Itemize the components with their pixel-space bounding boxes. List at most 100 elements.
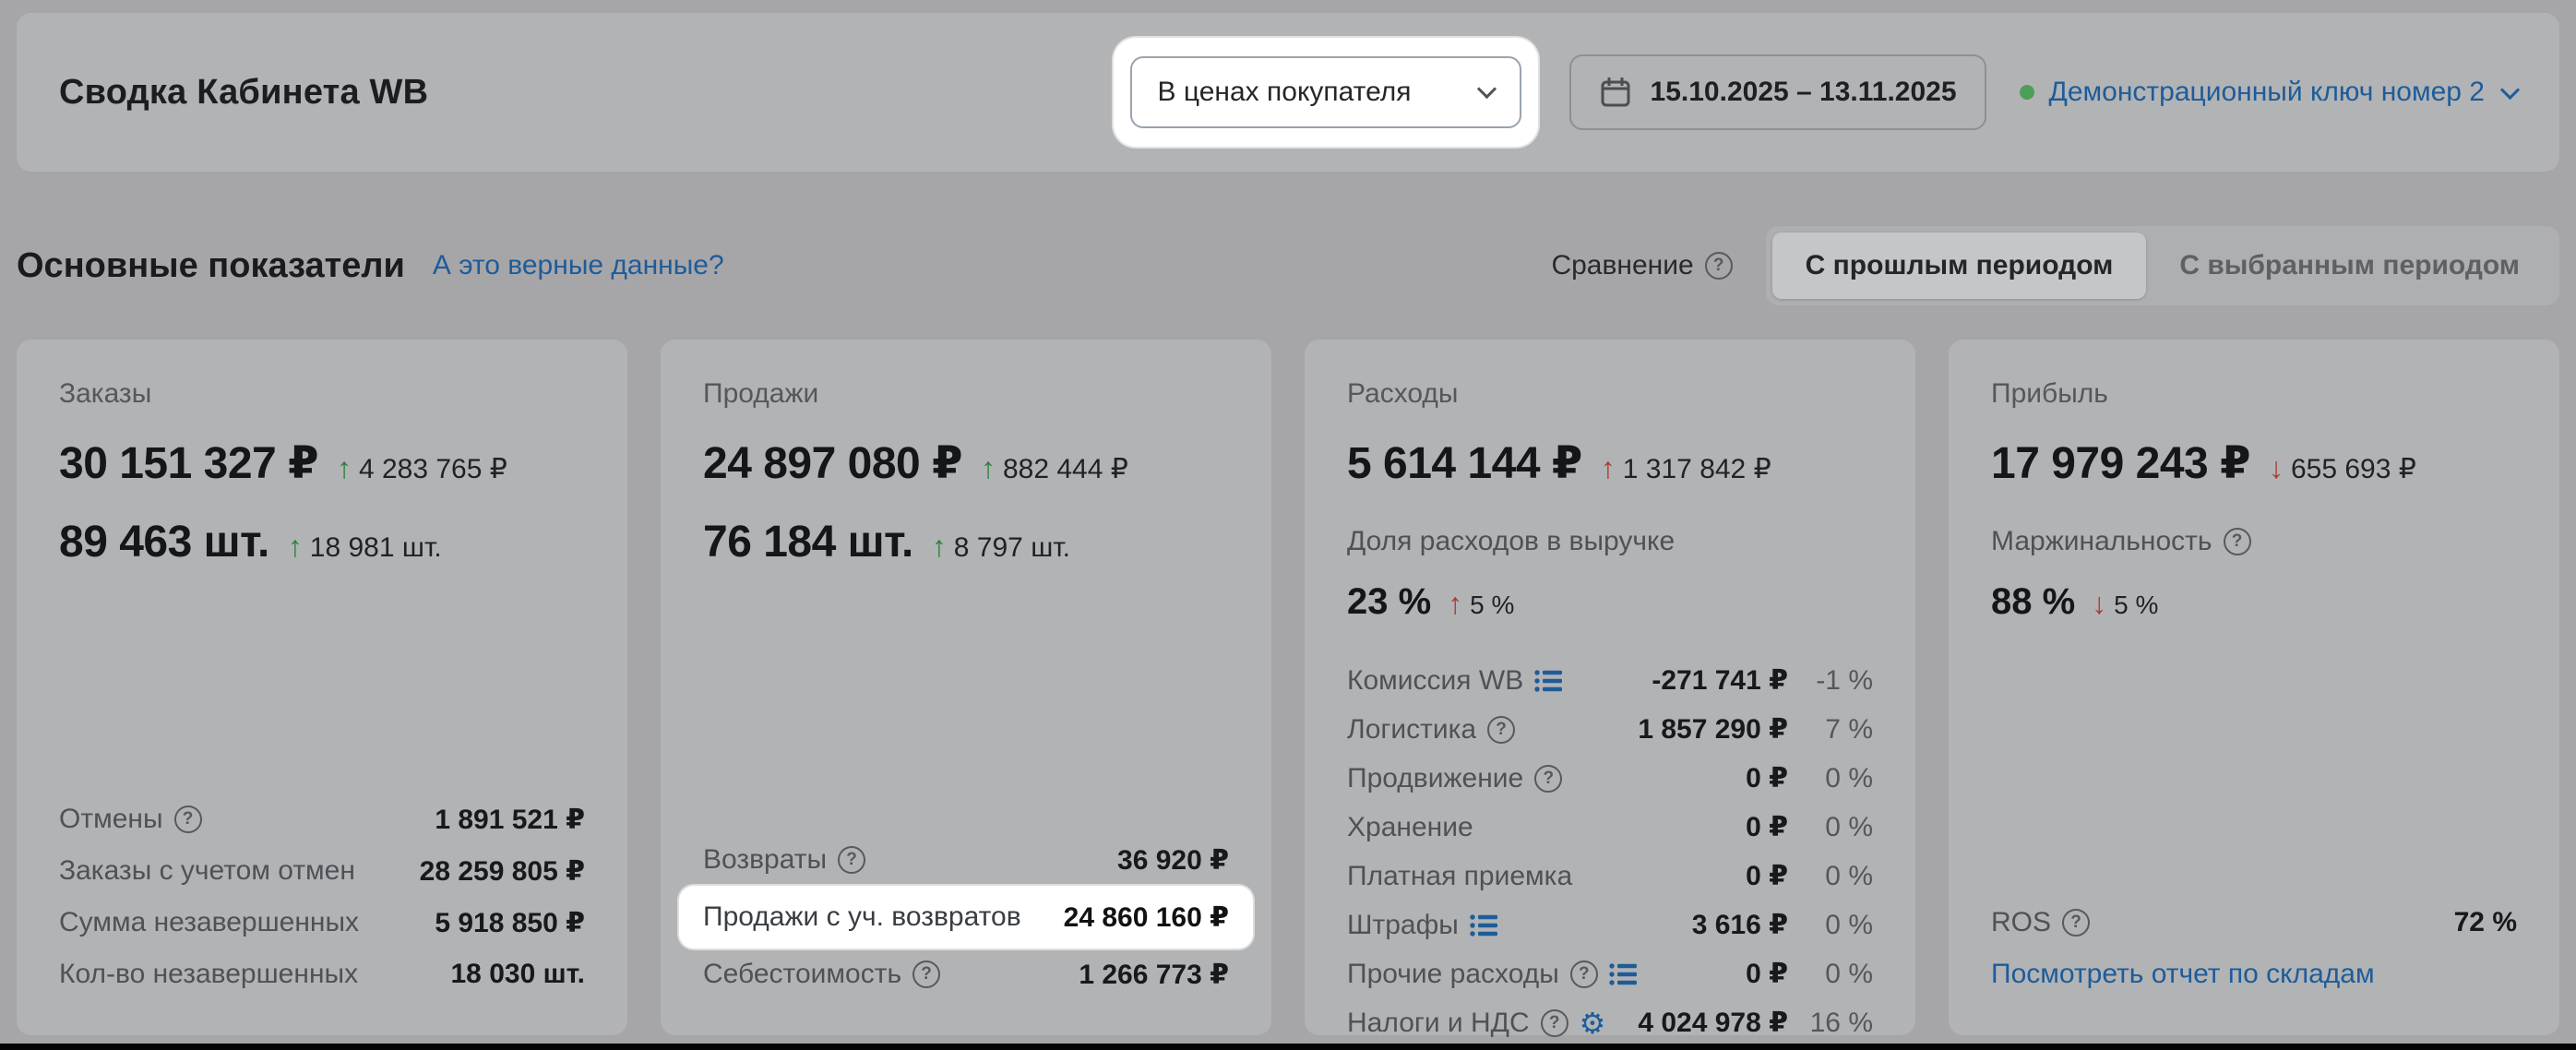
gear-icon[interactable]	[1580, 1008, 1606, 1038]
expenses-amount-delta: 1 317 842 ₽	[1601, 451, 1771, 485]
help-icon[interactable]	[2224, 528, 2251, 555]
warehouse-report-link[interactable]: Посмотреть отчет по складам	[1991, 959, 2375, 990]
price-mode-select[interactable]: В ценах покупателя	[1130, 56, 1521, 128]
list-item: Заказы с учетом отмен 28 259 805 ₽	[59, 845, 585, 897]
orders-detail-list: Отмены 1 891 521 ₽ Заказы с учетом отмен…	[59, 793, 585, 1000]
online-status-dot	[2020, 85, 2034, 100]
card-title: Прибыль	[1991, 378, 2517, 410]
ros-row: ROS 72 %	[1991, 897, 2517, 949]
chevron-down-icon	[2500, 79, 2520, 99]
list-item: Отмены 1 891 521 ₽	[59, 793, 585, 845]
list-item: Продвижение 0 ₽ 0 %	[1347, 754, 1873, 803]
orders-amount-delta: 4 283 765 ₽	[337, 451, 507, 485]
expenses-card: Расходы 5 614 144 ₽ 1 317 842 ₽ Доля рас…	[1305, 340, 1915, 1035]
sales-card: Продажи 24 897 080 ₽ 882 444 ₽ 76 184 шт…	[661, 340, 1271, 1035]
comparison-toggle: С прошлым периодом С выбранным периодом	[1766, 226, 2559, 305]
sales-amount-delta: 882 444 ₽	[981, 451, 1128, 485]
list-item: Прочие расходы 0 ₽ 0 %	[1347, 949, 1873, 998]
expenses-share-label: Доля расходов в выручке	[1347, 526, 1873, 557]
margin-label: Маржинальность	[1991, 526, 2517, 557]
calendar-icon	[1599, 76, 1632, 109]
expenses-amount: 5 614 144 ₽	[1347, 437, 1582, 489]
help-icon[interactable]	[1534, 765, 1562, 793]
list-item: Налоги и НДС 4 024 978 ₽ 16 %	[1347, 998, 1873, 1047]
profit-detail-list: ROS 72 % Посмотреть отчет по складам	[1991, 897, 2517, 1000]
details-list-icon[interactable]	[1470, 913, 1497, 937]
list-item: Кол-во незавершенных 18 030 шт.	[59, 949, 585, 1000]
comparison-label: Сравнение	[1551, 250, 1693, 281]
details-list-icon[interactable]	[1534, 669, 1562, 693]
help-icon[interactable]	[912, 961, 940, 988]
help-icon[interactable]	[1541, 1009, 1568, 1037]
up-arrow-icon	[981, 451, 996, 485]
expenses-share-row: 23 % 5 %	[1347, 581, 1873, 623]
help-icon[interactable]	[1705, 252, 1733, 280]
account-key-label: Демонстрационный ключ номер 2	[2049, 77, 2485, 108]
up-arrow-icon	[288, 530, 303, 564]
down-arrow-icon	[2269, 451, 2284, 485]
window-bottom-edge	[0, 1044, 2576, 1050]
compare-custom-period-button[interactable]: С выбранным периодом	[2146, 233, 2553, 299]
section-title: Основные показатели	[17, 246, 405, 286]
up-arrow-icon	[1601, 451, 1616, 485]
up-arrow-icon	[337, 451, 352, 485]
list-item: Логистика 1 857 290 ₽ 7 %	[1347, 705, 1873, 754]
sales-amount-row: 24 897 080 ₽ 882 444 ₽	[703, 437, 1229, 489]
sales-qty-delta: 8 797 шт.	[932, 530, 1070, 564]
orders-qty-delta: 18 981 шт.	[288, 530, 442, 564]
card-title: Продажи	[703, 378, 1229, 410]
card-title: Заказы	[59, 378, 585, 410]
date-range-value: 15.10.2025 – 13.11.2025	[1651, 77, 1957, 108]
expenses-share-delta: 5 %	[1448, 587, 1514, 621]
up-arrow-icon	[932, 530, 947, 564]
section-row: Основные показатели А это верные данные?…	[17, 227, 2559, 304]
list-item: Платная приемка 0 ₽ 0 %	[1347, 852, 1873, 901]
up-arrow-icon	[1448, 587, 1462, 621]
price-mode-value: В ценах покупателя	[1158, 77, 1412, 108]
profit-amount-row: 17 979 243 ₽ 655 693 ₽	[1991, 437, 2517, 489]
sales-amount: 24 897 080 ₽	[703, 437, 962, 489]
compare-prev-period-button[interactable]: С прошлым периодом	[1772, 233, 2147, 299]
warehouse-report-row: Посмотреть отчет по складам	[1991, 949, 2517, 1000]
orders-amount: 30 151 327 ₽	[59, 437, 318, 489]
help-icon[interactable]	[1570, 961, 1598, 988]
list-item: Штрафы 3 616 ₽ 0 %	[1347, 901, 1873, 949]
expenses-breakdown-list: Комиссия WB -271 741 ₽ -1 % Логистика 1 …	[1347, 656, 1873, 1047]
data-check-link[interactable]: А это верные данные?	[433, 250, 724, 281]
expenses-amount-row: 5 614 144 ₽ 1 317 842 ₽	[1347, 437, 1873, 489]
orders-qty-row: 89 463 шт. 18 981 шт.	[59, 517, 585, 567]
margin-delta: 5 %	[2092, 587, 2158, 621]
comparison-controls: Сравнение С прошлым периодом С выбранным…	[1551, 226, 2559, 305]
chevron-down-icon	[1476, 78, 1496, 98]
list-item: Сумма незавершенных 5 918 850 ₽	[59, 897, 585, 949]
orders-card: Заказы 30 151 327 ₽ 4 283 765 ₽ 89 463 ш…	[17, 340, 627, 1035]
down-arrow-icon	[2092, 587, 2106, 621]
profit-amount-delta: 655 693 ₽	[2269, 451, 2416, 485]
sales-detail-list: Возвраты 36 920 ₽ Продажи с уч. возврато…	[703, 834, 1229, 1000]
help-icon[interactable]	[1487, 716, 1515, 744]
page-title: Сводка Кабинета WB	[59, 73, 428, 113]
margin-value: 88 %	[1991, 581, 2075, 623]
sales-qty: 76 184 шт.	[703, 517, 913, 567]
sales-qty-row: 76 184 шт. 8 797 шт.	[703, 517, 1229, 567]
help-icon[interactable]	[838, 846, 865, 874]
details-list-icon[interactable]	[1609, 962, 1637, 986]
header-bar: Сводка Кабинета WB В ценах покупателя 15…	[17, 13, 2559, 172]
help-icon[interactable]	[174, 805, 202, 833]
kpi-cards: Заказы 30 151 327 ₽ 4 283 765 ₽ 89 463 ш…	[17, 340, 2559, 1035]
list-item: Себестоимость 1 266 773 ₽	[703, 949, 1229, 1000]
list-item: Хранение 0 ₽ 0 %	[1347, 803, 1873, 852]
date-range-picker[interactable]: 15.10.2025 – 13.11.2025	[1569, 54, 1986, 130]
help-icon[interactable]	[2062, 909, 2090, 937]
price-mode-spotlight: В ценах покупателя	[1114, 38, 1538, 147]
dashboard-page: Сводка Кабинета WB В ценах покупателя 15…	[0, 0, 2576, 1050]
orders-amount-row: 30 151 327 ₽ 4 283 765 ₽	[59, 437, 585, 489]
profit-card: Прибыль 17 979 243 ₽ 655 693 ₽ Маржиналь…	[1949, 340, 2559, 1035]
card-title: Расходы	[1347, 378, 1873, 410]
sales-with-returns-highlight-row: Продажи с уч. возвратов 24 860 160 ₽	[679, 886, 1253, 949]
list-item: Комиссия WB -271 741 ₽ -1 %	[1347, 656, 1873, 705]
profit-amount: 17 979 243 ₽	[1991, 437, 2250, 489]
margin-row: 88 % 5 %	[1991, 581, 2517, 623]
list-item: Возвраты 36 920 ₽	[703, 834, 1229, 886]
account-key-switcher[interactable]: Демонстрационный ключ номер 2	[2020, 77, 2517, 108]
